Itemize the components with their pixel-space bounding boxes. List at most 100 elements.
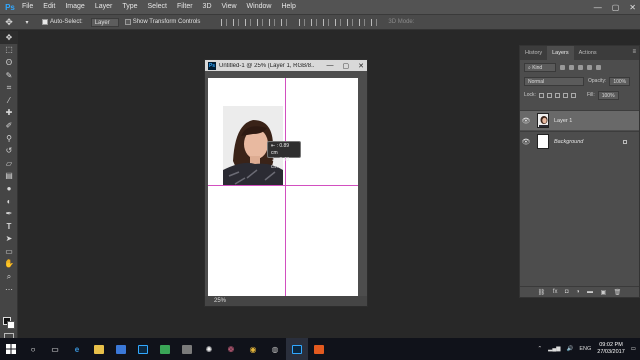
- task-view-icon[interactable]: ▭: [44, 338, 66, 360]
- restore-button[interactable]: ▢: [612, 3, 620, 12]
- distribute-top-icon[interactable]: [299, 18, 306, 26]
- app-icon[interactable]: ◍: [264, 338, 286, 360]
- doc-close-button[interactable]: ✕: [358, 62, 364, 70]
- volume-icon[interactable]: 🔊: [566, 346, 573, 352]
- orange-app-icon[interactable]: [308, 338, 330, 360]
- lock-position-icon[interactable]: [554, 92, 560, 98]
- adjustment-layer-icon[interactable]: ◑: [576, 289, 580, 295]
- quick-select-tool-icon[interactable]: ✎: [0, 69, 18, 82]
- photoshop-taskbar-icon[interactable]: [132, 338, 154, 360]
- menu-filter[interactable]: Filter: [172, 0, 198, 14]
- distribute-right-icon[interactable]: [359, 18, 366, 26]
- tab-actions[interactable]: Actions: [574, 46, 602, 60]
- blur-tool-icon[interactable]: ●: [0, 182, 18, 195]
- new-group-icon[interactable]: ▬: [587, 289, 593, 295]
- menu-select[interactable]: Select: [143, 0, 172, 14]
- menu-view[interactable]: View: [217, 0, 242, 14]
- healing-brush-tool-icon[interactable]: ✚: [0, 107, 18, 120]
- filter-shape-icon[interactable]: [587, 64, 592, 70]
- media-app-icon[interactable]: [176, 338, 198, 360]
- hand-tool-icon[interactable]: ✋: [0, 258, 18, 271]
- notifications-icon[interactable]: ▭: [631, 346, 636, 352]
- distribute-left-icon[interactable]: [335, 18, 342, 26]
- game-app-icon[interactable]: ❁: [220, 338, 242, 360]
- menu-image[interactable]: Image: [60, 0, 89, 14]
- filter-pixel-icon[interactable]: [560, 64, 565, 70]
- gradient-tool-icon[interactable]: ▤: [0, 170, 18, 183]
- doc-restore-button[interactable]: ▢: [343, 62, 350, 70]
- edit-toolbar-icon[interactable]: ⋯: [0, 283, 18, 296]
- menu-edit[interactable]: Edit: [38, 0, 60, 14]
- move-tool-icon[interactable]: ✥: [0, 31, 18, 44]
- store-icon[interactable]: [110, 338, 132, 360]
- layer-row-layer-1[interactable]: 👁 Layer 1: [520, 110, 639, 130]
- rectangle-tool-icon[interactable]: ▭: [0, 245, 18, 258]
- visibility-eye-icon[interactable]: 👁: [520, 138, 532, 146]
- vertical-guide[interactable]: [285, 78, 286, 296]
- menu-3d[interactable]: 3D: [198, 0, 217, 14]
- brush-tool-icon[interactable]: ✐: [0, 119, 18, 132]
- canvas-area[interactable]: ⇤ : 0.89 cm ⇣ : 0.48 cm: [205, 71, 367, 297]
- add-mask-icon[interactable]: ◘: [565, 289, 569, 295]
- camtasia-icon[interactable]: [154, 338, 176, 360]
- blend-mode-dropdown[interactable]: Normal: [524, 76, 584, 86]
- show-transform-checkbox[interactable]: [124, 19, 131, 25]
- clone-stamp-tool-icon[interactable]: ⚲: [0, 132, 18, 145]
- layer-filter-kind-dropdown[interactable]: ⌕ Kind: [524, 62, 556, 72]
- zoom-level[interactable]: 25%: [205, 296, 367, 306]
- pen-tool-icon[interactable]: ✒: [0, 207, 18, 220]
- align-hcenter-icon[interactable]: [269, 18, 276, 26]
- lasso-tool-icon[interactable]: ʘ: [0, 56, 18, 69]
- auto-select-target-dropdown[interactable]: Layer: [90, 17, 119, 27]
- close-button[interactable]: ✕: [629, 3, 636, 12]
- filter-type-icon[interactable]: [578, 64, 583, 70]
- crop-tool-icon[interactable]: ⌗: [0, 81, 18, 94]
- new-layer-icon[interactable]: ▣: [600, 289, 606, 296]
- menu-help[interactable]: Help: [276, 0, 300, 14]
- auto-select-checkbox[interactable]: [42, 19, 48, 25]
- link-layers-icon[interactable]: ⛓: [538, 289, 546, 296]
- lock-artboard-icon[interactable]: [562, 92, 568, 98]
- align-vcenter-icon[interactable]: [233, 18, 240, 26]
- visibility-eye-icon[interactable]: 👁: [520, 117, 532, 125]
- brightness-app-icon[interactable]: ✺: [198, 338, 220, 360]
- background-color-swatch[interactable]: [7, 321, 15, 329]
- marquee-tool-icon[interactable]: ⬚: [0, 44, 18, 57]
- photoshop-active-taskbar-icon[interactable]: [286, 338, 308, 360]
- eraser-tool-icon[interactable]: ▱: [0, 157, 18, 170]
- layer-row-background[interactable]: 👁 Background: [520, 131, 639, 151]
- opacity-input[interactable]: 100%: [609, 76, 631, 86]
- auto-align-icon[interactable]: [371, 18, 378, 26]
- horizontal-guide[interactable]: [208, 185, 358, 186]
- zoom-tool-icon[interactable]: ⌕: [0, 270, 18, 283]
- layer-style-icon[interactable]: fx: [553, 289, 558, 295]
- doc-minimize-button[interactable]: —: [327, 62, 334, 69]
- align-left-icon[interactable]: [257, 18, 264, 26]
- network-icon[interactable]: ▂▄▆: [548, 346, 560, 352]
- menu-file[interactable]: File: [17, 0, 38, 14]
- align-bottom-icon[interactable]: [245, 18, 252, 26]
- document-titlebar[interactable]: Ps Untitled-1 @ 25% (Layer 1, RGB/8... —…: [205, 60, 367, 71]
- type-tool-icon[interactable]: T: [0, 220, 18, 233]
- menu-layer[interactable]: Layer: [90, 0, 118, 14]
- layer-name[interactable]: Background: [554, 139, 583, 145]
- tool-preset-dropdown-icon[interactable]: ▾: [18, 19, 36, 26]
- align-top-icon[interactable]: [221, 18, 228, 26]
- filter-adjustment-icon[interactable]: [569, 64, 574, 70]
- chrome-icon[interactable]: ◉: [242, 338, 264, 360]
- distribute-hcenter-icon[interactable]: [347, 18, 354, 26]
- tab-history[interactable]: History: [520, 46, 547, 60]
- canvas[interactable]: ⇤ : 0.89 cm ⇣ : 0.48 cm: [208, 78, 358, 296]
- delete-layer-icon[interactable]: 🗑: [614, 289, 622, 296]
- clock[interactable]: 09:02 PM 27/03/2017: [597, 342, 625, 356]
- language-indicator[interactable]: ENG: [579, 346, 591, 352]
- history-brush-tool-icon[interactable]: ↺: [0, 144, 18, 157]
- menu-type[interactable]: Type: [117, 0, 142, 14]
- path-selection-tool-icon[interactable]: ➤: [0, 233, 18, 246]
- file-explorer-icon[interactable]: [88, 338, 110, 360]
- move-tool-icon[interactable]: ✥: [0, 17, 18, 28]
- lock-all-icon[interactable]: [570, 92, 576, 98]
- filter-smart-object-icon[interactable]: [596, 64, 601, 70]
- windows-start-icon[interactable]: [0, 338, 22, 360]
- distribute-vcenter-icon[interactable]: [311, 18, 318, 26]
